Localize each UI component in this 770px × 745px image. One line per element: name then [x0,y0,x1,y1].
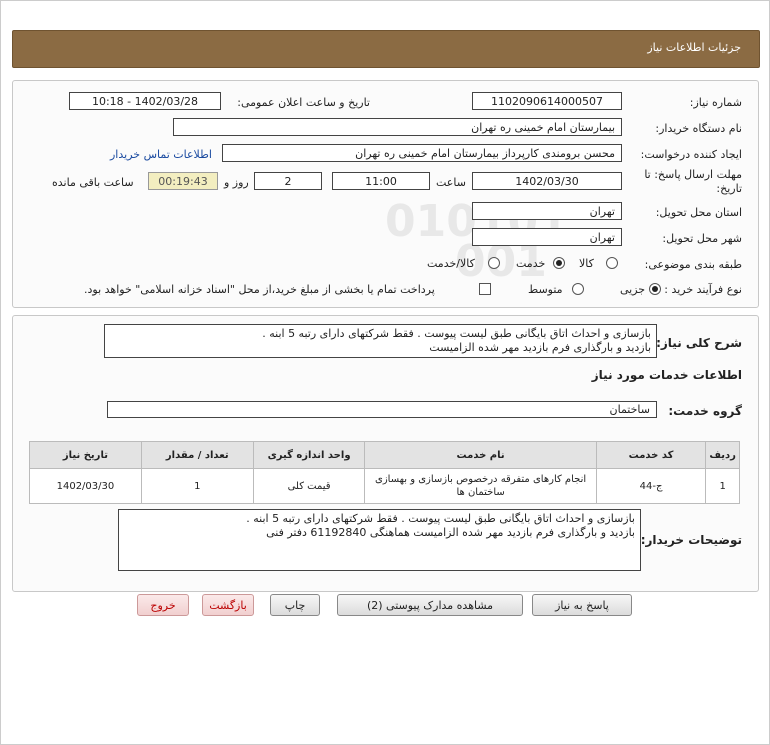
services-table: ردیف کد خدمت نام خدمت واحد اندازه گیری ت… [29,441,740,504]
table-header-row: ردیف کد خدمت نام خدمت واحد اندازه گیری ت… [29,441,740,469]
cell-quantity: 1 [140,468,254,504]
exit-button[interactable]: خروج [137,594,189,616]
buyer-notes-label: توضیحات خریدار: [640,533,742,547]
process-radio-medium[interactable] [572,283,584,295]
table-row: 1 ج-44 انجام کارهای متفرقه درخصوص بازساز… [29,468,740,504]
announce-date-label: تاریخ و ساعت اعلان عمومی: [237,96,370,109]
process-type-label: نوع فرآیند خرید : [664,283,742,296]
summary-text: بازسازی و احداث اتاق بایگانی طبق لیست پی… [104,324,657,358]
deadline-date-field: 1402/03/30 [472,172,622,190]
remaining-timer: 00:19:43 [148,172,218,190]
announce-date-field: 1402/03/28 - 10:18 [69,92,221,110]
category-label: طبقه بندی موضوعی: [644,258,742,271]
category-radio-service[interactable] [553,257,565,269]
reply-button[interactable]: پاسخ به نیاز [532,594,632,616]
deadline-time-label: ساعت [436,176,466,189]
category-option-service: خدمت [516,257,546,270]
deadline-label: مهلت ارسال پاسخ: تا [644,168,742,181]
deadline-time-field: 11:00 [332,172,430,190]
days-label: روز و [224,176,249,189]
buyer-notes-text: بازسازی و احداث اتاق بایگانی طبق لیست پی… [118,509,641,571]
requester-label: ایجاد کننده درخواست: [640,148,742,161]
buyer-org-field: بیمارستان امام خمینی ره تهران [173,118,622,136]
col-quantity: تعداد / مقدار [140,441,254,469]
province-label: استان محل تحویل: [655,206,742,219]
buyer-contact-link[interactable]: اطلاعات تماس خریدار [110,148,212,161]
days-field: 2 [254,172,322,190]
col-row: ردیف [705,441,740,469]
summary-line-2: بازدید و بارگذاری فرم بازدید مهر شده الز… [429,341,651,354]
back-button[interactable]: بازگشت [202,594,254,616]
print-button[interactable]: چاپ [270,594,320,616]
requester-field: محسن برومندی کارپرداز بیمارستان امام خمی… [222,144,622,162]
process-radio-partial[interactable] [649,283,661,295]
service-group-field: ساختمان [107,401,657,418]
city-field: تهران [472,228,622,246]
category-radio-goods-service[interactable] [488,257,500,269]
cell-row: 1 [705,468,740,504]
treasury-payment-note: پرداخت تمام یا بخشی از مبلغ خرید،از محل … [84,283,435,296]
summary-line-1: بازسازی و احداث اتاق بایگانی طبق لیست پی… [262,327,651,340]
col-service-code: کد خدمت [595,441,707,469]
treasury-payment-checkbox[interactable] [479,283,491,295]
buyer-notes-line-2: بازدید و بارگذاری فرم بازدید مهر شده الز… [266,526,635,539]
cell-service-name: انجام کارهای متفرقه درخصوص بازسازی و بهس… [364,468,597,504]
service-group-label: گروه خدمت: [668,404,742,418]
category-option-goods: کالا [579,257,594,270]
summary-label: شرح کلی نیاز: [656,336,742,350]
need-number-field: 1102090614000507 [472,92,622,110]
col-service-name: نام خدمت [364,441,597,469]
city-label: شهر محل تحویل: [662,232,742,245]
buyer-notes-line-1: بازسازی و احداث اتاق بایگانی طبق لیست پی… [246,512,635,525]
deadline-date-label: تاریخ: [716,182,742,195]
col-unit: واحد اندازه گیری [252,441,366,469]
col-need-date: تاریخ نیاز [29,441,142,469]
page-title: جزئیات اطلاعات نیاز [647,41,741,54]
view-attachments-button[interactable]: مشاهده مدارک پیوستی (2) [337,594,523,616]
page-header: جزئیات اطلاعات نیاز [12,30,760,68]
process-option-medium: متوسط [528,283,563,296]
need-info-panel [12,80,759,308]
need-number-label: شماره نیاز: [689,96,742,109]
remaining-label: ساعت باقی مانده [52,176,134,189]
category-option-goods-service: کالا/خدمت [427,257,475,270]
cell-need-date: 1402/03/30 [29,468,142,504]
cell-unit: قیمت کلی [252,468,366,504]
cell-service-code: ج-44 [595,468,707,504]
buyer-org-label: نام دستگاه خریدار: [655,122,742,135]
province-field: تهران [472,202,622,220]
category-radio-goods[interactable] [606,257,618,269]
process-option-partial: جزیی [620,283,646,296]
services-section-title: اطلاعات خدمات مورد نیاز [591,368,742,382]
